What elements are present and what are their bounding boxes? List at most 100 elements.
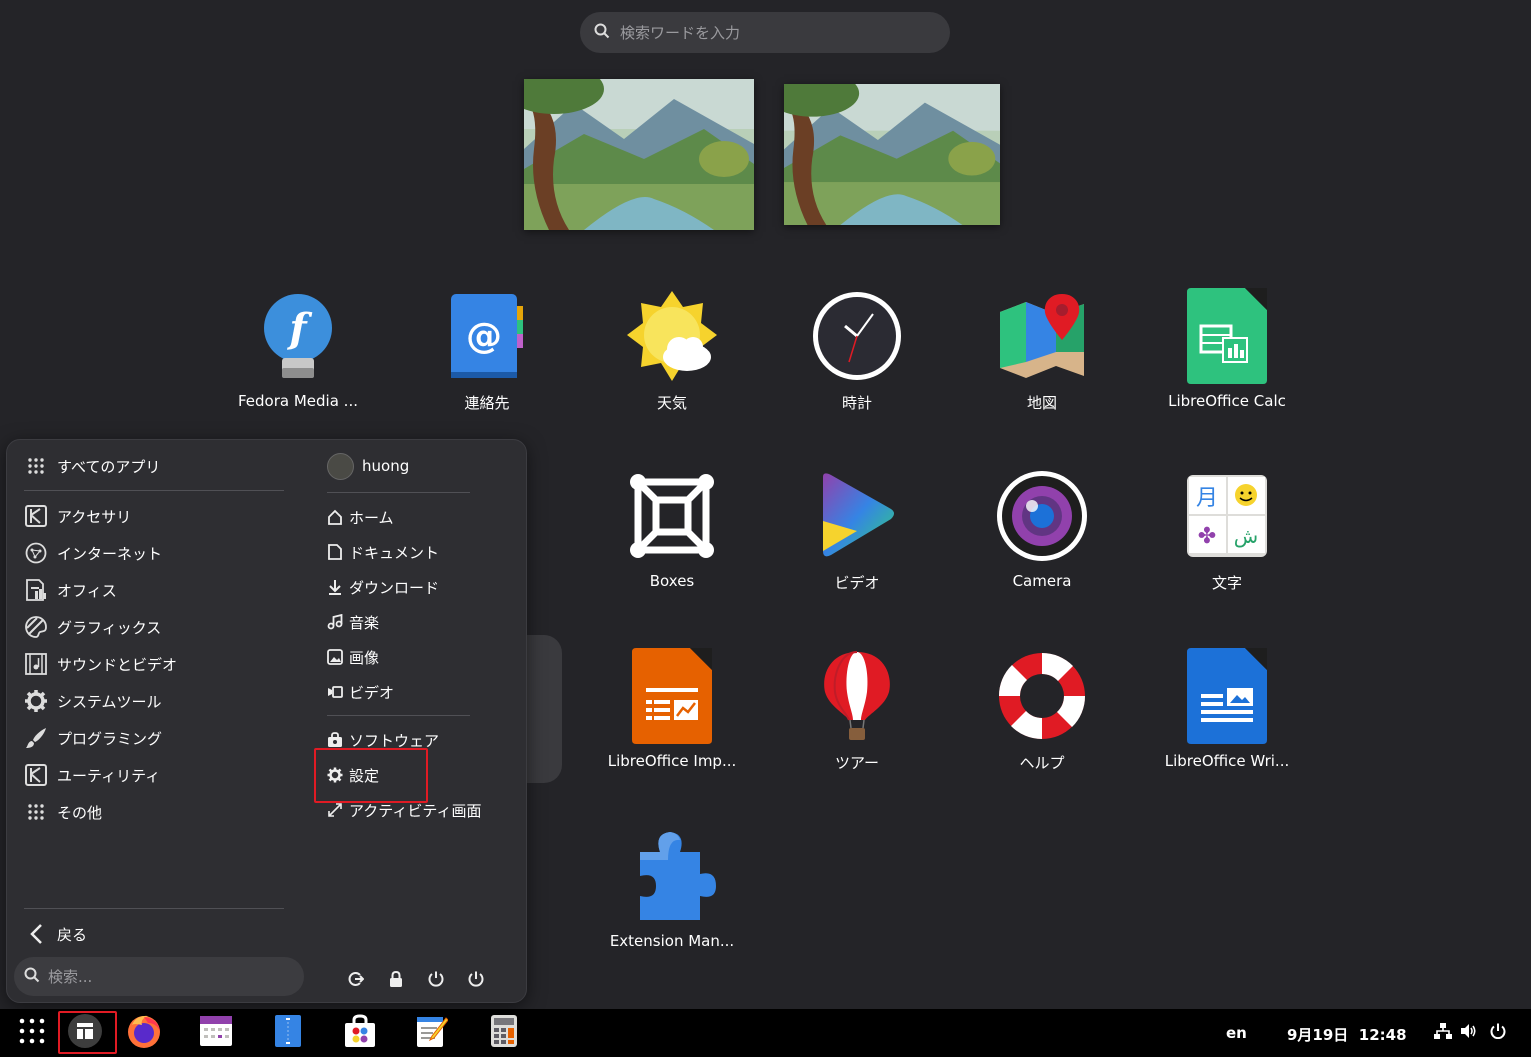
notes-launcher[interactable] <box>414 1015 450 1051</box>
clock-datetime[interactable]: 9月19日 12:48 <box>1287 1024 1407 1045</box>
text-editor-launcher[interactable] <box>270 1015 306 1051</box>
category-system-tools[interactable]: システムツール <box>24 686 162 716</box>
place-documents[interactable]: ドキュメント <box>327 539 439 565</box>
graphics-icon <box>24 615 48 639</box>
user-name: huong <box>362 457 410 475</box>
category-other[interactable]: その他 <box>24 797 102 827</box>
calendar-launcher[interactable] <box>198 1015 234 1051</box>
category-accessories[interactable]: アクセサリ <box>24 501 131 531</box>
clock-icon <box>809 288 905 384</box>
search-placeholder: 検索ワードを入力 <box>620 24 741 42</box>
system-power-menu[interactable] <box>1480 1015 1516 1051</box>
software-store-icon <box>343 1014 377 1052</box>
all-apps-label: すべてのアプリ <box>57 457 161 476</box>
app-weather[interactable]: 天気 <box>587 288 757 413</box>
user-account[interactable]: huong <box>327 452 410 480</box>
internet-icon <box>24 541 48 565</box>
logout-icon[interactable] <box>347 970 365 988</box>
help-icon <box>994 648 1090 744</box>
power-off-icon[interactable] <box>467 970 485 988</box>
app-tour[interactable]: ツアー <box>772 648 942 773</box>
place-videos[interactable]: ビデオ <box>327 679 394 705</box>
characters-icon: 月 ✤ ش <box>1179 468 1275 564</box>
category-office[interactable]: オフィス <box>24 575 117 605</box>
category-utilities[interactable]: ユーティリティ <box>24 760 160 790</box>
app-clocks[interactable]: 時計 <box>772 288 942 413</box>
place-label: 画像 <box>349 648 380 667</box>
calendar-icon <box>199 1015 233 1051</box>
calculator-launcher[interactable] <box>486 1015 522 1051</box>
app-help[interactable]: ヘルプ <box>957 648 1127 773</box>
divider <box>327 492 470 493</box>
app-label: 天気 <box>656 394 687 412</box>
network-wired-icon <box>1434 1022 1452 1044</box>
accessories-icon <box>24 504 48 528</box>
utilities-icon <box>24 763 48 787</box>
app-boxes[interactable]: Boxes <box>587 468 757 590</box>
app-fedora-media-writer[interactable]: f Fedora Media ... <box>213 288 383 410</box>
power-actions <box>347 970 485 988</box>
video-folder-icon <box>327 684 343 700</box>
app-characters[interactable]: 月 ✤ ش 文字 <box>1142 468 1312 593</box>
category-label: オフィス <box>57 581 117 600</box>
category-label: プログラミング <box>57 729 163 748</box>
app-label: LibreOffice Wri... <box>1164 752 1290 770</box>
fedora-media-writer-icon: f <box>250 288 346 384</box>
back-label: 戻る <box>57 925 88 944</box>
place-pictures[interactable]: 画像 <box>327 644 379 670</box>
workspace-thumbnail-2[interactable] <box>784 84 1000 225</box>
place-label: 音楽 <box>349 613 380 632</box>
menu-search-input[interactable]: 検索... <box>14 957 304 996</box>
arc-menu-button[interactable] <box>67 1014 103 1052</box>
firefox-launcher[interactable] <box>126 1015 162 1051</box>
category-programming[interactable]: プログラミング <box>24 723 162 753</box>
system-tools-icon <box>24 689 48 713</box>
place-music[interactable]: 音楽 <box>327 609 379 635</box>
lock-icon[interactable] <box>387 970 405 988</box>
speaker-icon <box>1460 1022 1478 1044</box>
app-libreoffice-writer[interactable]: LibreOffice Wri... <box>1142 648 1312 770</box>
show-apps-button[interactable] <box>14 1015 50 1051</box>
arc-menu-icon <box>68 1014 102 1052</box>
app-camera[interactable]: Camera <box>957 468 1127 590</box>
keyboard-layout-indicator[interactable]: en <box>1226 1024 1247 1042</box>
app-extension-manager[interactable]: Extension Man... <box>587 828 757 950</box>
category-label: ユーティリティ <box>57 766 161 785</box>
grid-icon <box>24 454 48 478</box>
app-videos[interactable]: ビデオ <box>772 468 942 593</box>
category-graphics[interactable]: グラフィックス <box>24 612 161 642</box>
place-home[interactable]: ホーム <box>327 504 394 530</box>
search-placeholder: 検索... <box>48 968 93 986</box>
place-downloads[interactable]: ダウンロード <box>327 574 439 600</box>
software-launcher[interactable] <box>342 1014 378 1052</box>
category-label: サウンドとビデオ <box>57 655 178 674</box>
app-label: Camera <box>1012 572 1072 590</box>
app-grid-icon <box>19 1018 45 1048</box>
app-libreoffice-impress[interactable]: LibreOffice Imp... <box>587 648 757 770</box>
category-internet[interactable]: インターネット <box>24 538 162 568</box>
back-button[interactable]: 戻る <box>24 919 87 949</box>
camera-icon <box>994 468 1090 564</box>
restart-icon[interactable] <box>427 970 445 988</box>
app-contacts[interactable]: @ 連絡先 <box>402 288 572 413</box>
app-label: 文字 <box>1211 574 1242 592</box>
divider <box>327 715 470 716</box>
image-icon <box>327 649 343 665</box>
maps-icon <box>994 288 1090 384</box>
activities-icon <box>327 802 343 818</box>
divider <box>24 908 284 909</box>
document-icon <box>327 544 343 560</box>
all-apps-item[interactable]: すべてのアプリ <box>24 451 160 481</box>
place-label: ホーム <box>349 508 394 527</box>
category-label: グラフィックス <box>57 618 162 637</box>
settings-highlight-box <box>314 748 428 803</box>
app-maps[interactable]: 地図 <box>957 288 1127 413</box>
category-sound-video[interactable]: サウンドとビデオ <box>24 649 177 679</box>
activities-search-bar[interactable]: 検索ワードを入力 <box>580 12 950 53</box>
workspace-thumbnail-1[interactable] <box>524 79 754 230</box>
calculator-icon <box>490 1014 518 1052</box>
music-icon <box>327 614 343 630</box>
svg-text:ش: ش <box>1234 524 1258 548</box>
svg-text:月: 月 <box>1196 486 1218 511</box>
app-libreoffice-calc[interactable]: LibreOffice Calc <box>1142 288 1312 410</box>
